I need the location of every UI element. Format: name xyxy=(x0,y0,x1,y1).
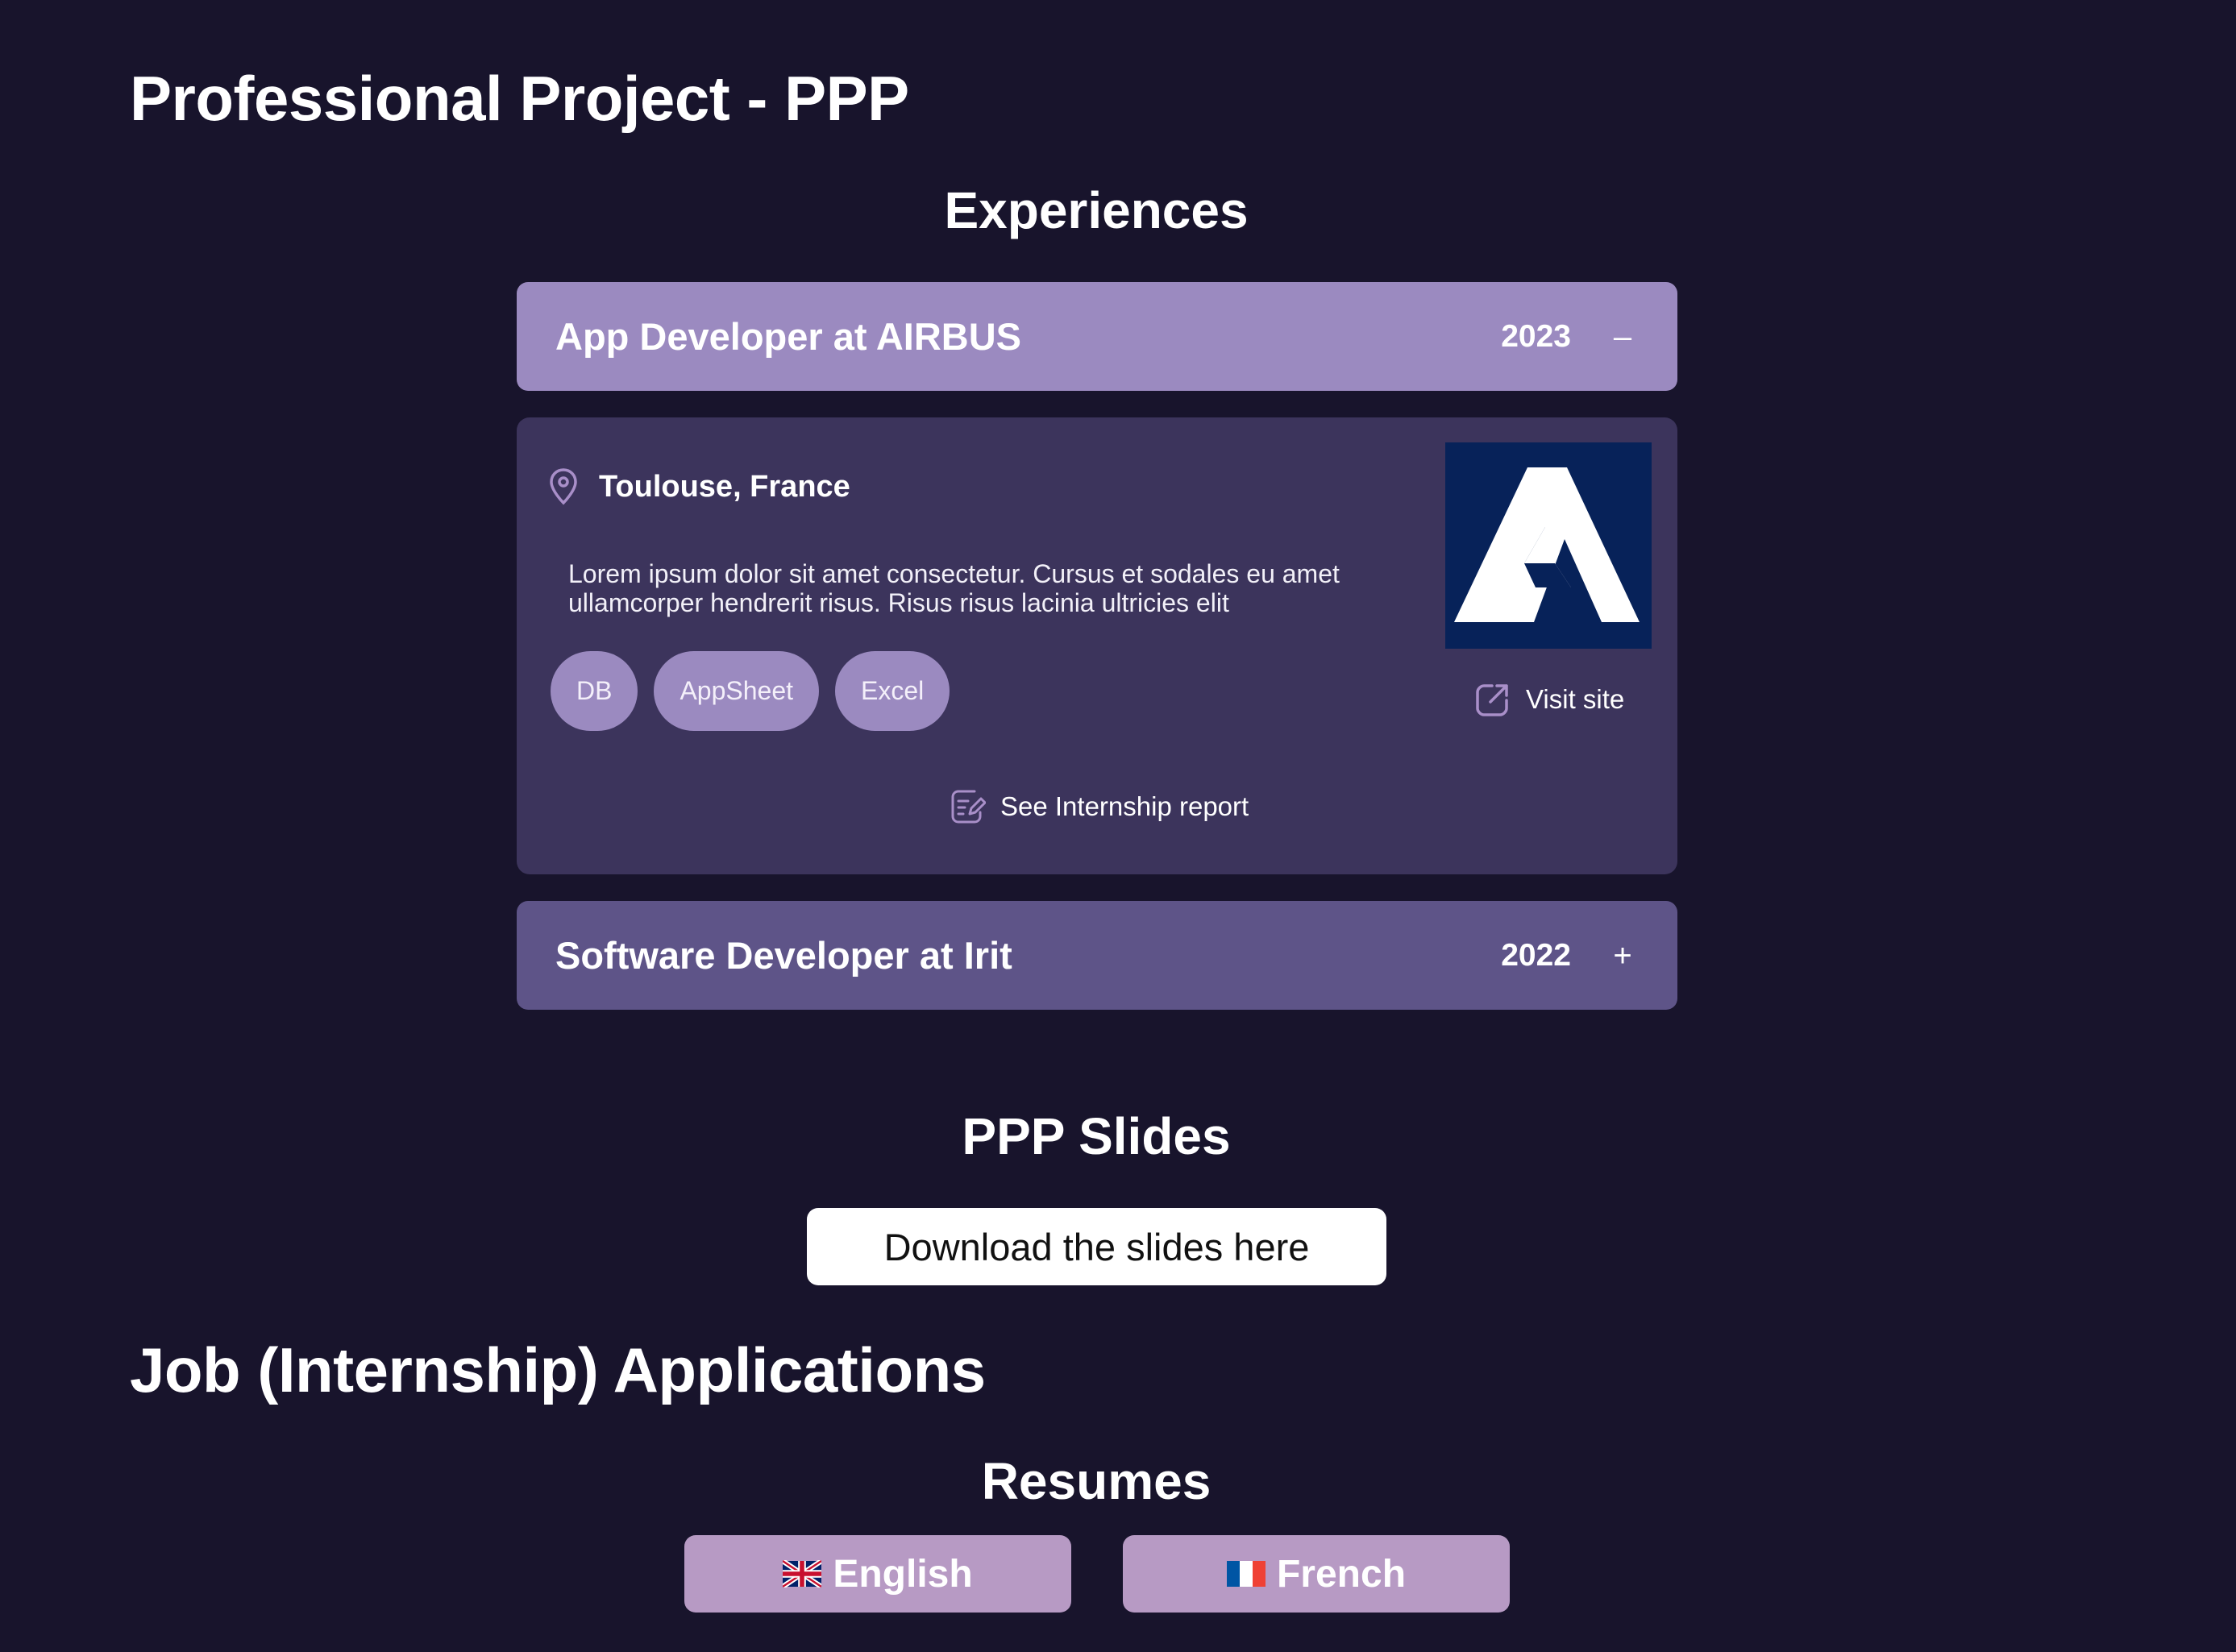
visit-site-label: Visit site xyxy=(1526,684,1625,714)
skill-tag: AppSheet xyxy=(654,651,820,731)
accordion-header-airbus[interactable]: App Developer at AIRBUS 2023 – xyxy=(517,282,1677,391)
collapse-icon[interactable]: – xyxy=(1606,321,1639,353)
slides-heading: PPP Slides xyxy=(962,1107,1231,1165)
download-slides-button[interactable]: Download the slides here xyxy=(807,1208,1386,1285)
french-label: French xyxy=(1276,1552,1407,1596)
accordion-year: 2023 xyxy=(1501,318,1571,354)
page-title: Professional Project - PPP xyxy=(130,63,909,134)
visit-site-link[interactable]: Visit site xyxy=(1474,681,1624,718)
edit-document-icon xyxy=(951,790,986,824)
resumes-heading: Resumes xyxy=(981,1452,1212,1510)
location: Toulouse, France xyxy=(547,467,850,506)
accordion-year: 2022 xyxy=(1501,937,1571,973)
french-resume-button[interactable]: French xyxy=(1123,1535,1510,1613)
skill-tag: Excel xyxy=(835,651,950,731)
applications-heading: Job (Internship) Applications xyxy=(130,1334,986,1405)
france-flag-icon xyxy=(1226,1561,1266,1587)
experiences-heading: Experiences xyxy=(944,181,1249,239)
accordion-header-irit[interactable]: Software Developer at Irit 2022 + xyxy=(517,901,1677,1010)
english-resume-button[interactable]: English xyxy=(684,1535,1071,1613)
expand-icon[interactable]: + xyxy=(1606,940,1639,972)
internship-report-label: See Internship report xyxy=(1000,791,1249,821)
accordion-title: App Developer at AIRBUS xyxy=(555,315,1022,358)
uk-flag-icon xyxy=(783,1560,822,1588)
internship-report-link[interactable]: See Internship report xyxy=(950,788,1249,825)
accordion-title: Software Developer at Irit xyxy=(555,934,1012,977)
english-label: English xyxy=(833,1552,973,1596)
skill-tags: DB AppSheet Excel xyxy=(551,651,966,731)
location-text: Toulouse, France xyxy=(599,469,850,504)
experience-details-panel: Toulouse, France Lorem ipsum dolor sit a… xyxy=(517,417,1677,874)
external-link-icon xyxy=(1476,684,1508,716)
skill-tag: DB xyxy=(551,651,638,731)
airbus-logo xyxy=(1445,442,1652,649)
map-pin-icon xyxy=(550,468,577,505)
experience-description: Lorem ipsum dolor sit amet consectetur. … xyxy=(568,559,1340,617)
page: Professional Project - PPP Experiences A… xyxy=(0,0,2236,1652)
